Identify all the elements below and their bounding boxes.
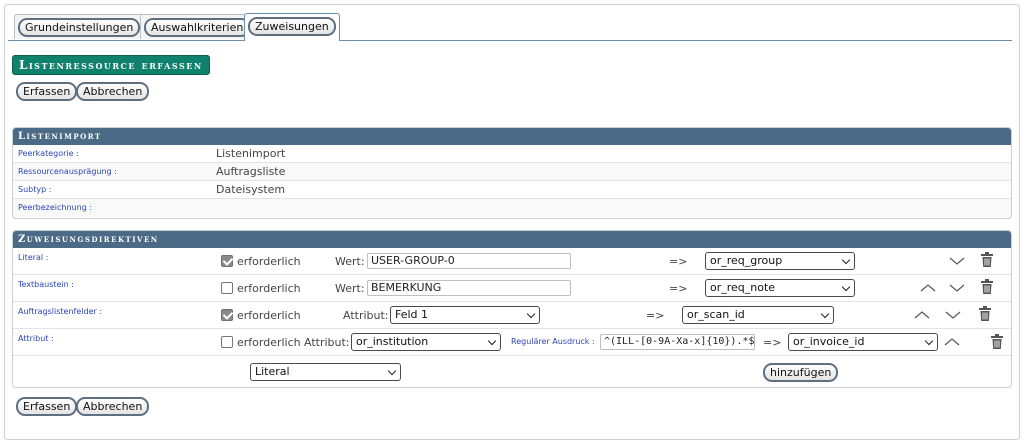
required-label: erforderlich: [237, 255, 301, 268]
zuweisungen-header: Zuweisungsdirektiven: [13, 231, 1011, 248]
attribute-select[interactable]: or_institution: [351, 333, 501, 351]
tab-zuweisungen-button[interactable]: Zuweisungen: [248, 17, 336, 36]
directive-key: Attribut :: [18, 334, 54, 343]
required-label: erforderlich: [237, 282, 301, 295]
trash-icon[interactable]: [990, 334, 1006, 349]
arrow-label: =>: [763, 336, 782, 349]
value-label: Wert:: [335, 255, 365, 268]
required-label: erforderlich: [237, 336, 301, 349]
submit-button-top[interactable]: Erfassen: [16, 82, 78, 101]
value-input[interactable]: BEMERKUNG: [367, 280, 571, 296]
tab-bar: Grundeinstellungen Auswahlkriterien Zuwe…: [8, 8, 1012, 41]
info-value: Listenimport: [216, 147, 286, 160]
directive-row-literal: Literal : erforderlich Wert: USER-GROUP-…: [13, 248, 1011, 275]
target-select[interactable]: or_req_note: [705, 279, 855, 297]
move-up-icon[interactable]: [944, 335, 960, 349]
attribute-select[interactable]: Feld 1: [390, 306, 540, 324]
tab-grundeinstellungen-button[interactable]: Grundeinstellungen: [18, 18, 141, 37]
listenimport-rows: Peerkategorie : Listenimport Ressourcena…: [13, 145, 1011, 217]
move-up-icon[interactable]: [914, 308, 930, 322]
required-checkbox[interactable]: [221, 255, 233, 267]
target-select[interactable]: or_scan_id: [682, 306, 834, 324]
required-checkbox[interactable]: [221, 309, 233, 321]
info-key: Peerkategorie :: [18, 149, 79, 158]
attribute-label: Attribut:: [343, 309, 389, 322]
cancel-button-top[interactable]: Abbrechen: [76, 82, 150, 101]
info-value: Auftragsliste: [216, 165, 286, 178]
info-key: Ressourcenausprägung :: [18, 167, 117, 176]
trash-icon[interactable]: [980, 252, 996, 267]
regex-input[interactable]: ^(ILL-[0-9A-Xa-x]{10}).*$: [600, 334, 755, 350]
info-row-subtyp: Subtyp : Dateisystem: [13, 181, 1011, 199]
new-directive-type-select[interactable]: Literal: [250, 363, 401, 381]
page-title: Listenressource erfassen: [12, 55, 210, 75]
move-down-icon[interactable]: [949, 254, 965, 268]
move-up-icon[interactable]: [920, 281, 936, 295]
directive-row-textbaustein: Textbaustein : erforderlich Wert: BEMERK…: [13, 275, 1011, 302]
info-key: Subtyp :: [18, 185, 52, 194]
tab-auswahlkriterien: Auswahlkriterien: [140, 14, 255, 39]
info-row-peerkategorie: Peerkategorie : Listenimport: [13, 145, 1011, 163]
attribute-label: Attribut:: [304, 336, 350, 349]
info-value: Dateisystem: [216, 183, 286, 196]
target-select[interactable]: or_req_group: [705, 252, 855, 270]
submit-button-bottom[interactable]: Erfassen: [16, 397, 78, 416]
directive-key: Literal :: [18, 253, 49, 262]
info-row-ressourcenauspraegung: Ressourcenausprägung : Auftragsliste: [13, 163, 1011, 181]
directive-key: Auftragslistenfelder :: [18, 307, 103, 316]
required-checkbox[interactable]: [221, 282, 233, 294]
arrow-label: =>: [646, 309, 665, 322]
directive-row-auftragslistenfelder: Auftragslistenfelder : erforderlich Attr…: [13, 302, 1011, 329]
trash-icon[interactable]: [980, 279, 996, 294]
arrow-label: =>: [669, 282, 688, 295]
value-label: Wert:: [335, 282, 365, 295]
directive-key: Textbaustein :: [18, 280, 74, 289]
listenimport-header: Listenimport: [13, 128, 1011, 145]
zuweisungen-section: Zuweisungsdirektiven Literal : erforderl…: [12, 230, 1012, 388]
target-select[interactable]: or_invoice_id: [788, 333, 938, 351]
move-down-icon[interactable]: [949, 281, 965, 295]
add-directive-button[interactable]: hinzufügen: [763, 363, 839, 382]
tab-grundeinstellungen: Grundeinstellungen: [14, 14, 145, 39]
listenimport-section: Listenimport Peerkategorie : Listenimpor…: [12, 127, 1012, 219]
required-checkbox[interactable]: [221, 336, 233, 348]
tab-zuweisungen: Zuweisungen: [244, 13, 340, 41]
move-down-icon[interactable]: [945, 308, 961, 322]
info-row-peerbezeichnung: Peerbezeichnung :: [13, 199, 1011, 217]
directive-row-attribut: Attribut : erforderlich Attribut: or_ins…: [13, 329, 1011, 356]
arrow-label: =>: [669, 255, 688, 268]
regex-label: Regulärer Ausdruck :: [511, 337, 595, 346]
info-key: Peerbezeichnung :: [18, 203, 93, 212]
required-label: erforderlich: [237, 309, 301, 322]
trash-icon[interactable]: [978, 306, 994, 321]
value-input[interactable]: USER-GROUP-0: [367, 253, 571, 269]
tab-auswahlkriterien-button[interactable]: Auswahlkriterien: [144, 18, 251, 37]
cancel-button-bottom[interactable]: Abbrechen: [76, 397, 150, 416]
